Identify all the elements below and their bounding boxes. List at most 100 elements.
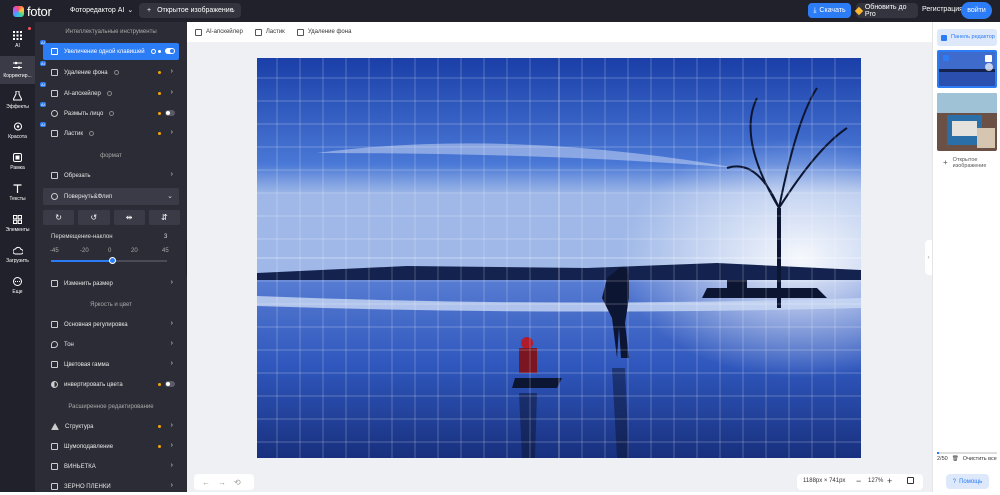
toggle-switch[interactable]	[165, 381, 175, 387]
upscale-icon	[51, 90, 58, 97]
chevron-right-icon: ›	[170, 462, 173, 469]
section-title-format: формат	[100, 153, 122, 159]
eraser-icon	[254, 28, 262, 36]
tool-tone[interactable]: Тон ›	[43, 336, 179, 353]
flip-horizontal-button[interactable]: ⇹	[113, 210, 145, 225]
tool-label: Ластик	[64, 130, 83, 137]
delete-thumbnail-icon[interactable]	[985, 55, 992, 62]
layers-button[interactable]: Панель редактор	[937, 29, 997, 46]
tool-basic-adjust[interactable]: Основная регулировка ›	[43, 316, 179, 333]
open-image-label: Открытое изображение	[157, 7, 234, 14]
chevron-right-icon: ›	[170, 422, 173, 429]
tool-denoise[interactable]: Шумоподавление ›	[43, 438, 179, 455]
help-button[interactable]: ? Помощь	[946, 474, 989, 489]
tool-film-grain[interactable]: ЗЕРНО ПЛЕНКИ ›	[43, 478, 179, 495]
tool-resize[interactable]: Изменить размер ›	[43, 275, 179, 292]
tool-one-tap-enhance[interactable]: AI Увеличение одной клавишей	[40, 40, 179, 60]
tool-ai-upscaler[interactable]: AI AI-апскейлер ›	[40, 82, 179, 102]
sliders-icon	[51, 321, 58, 328]
image-thumbnail[interactable]	[937, 93, 997, 151]
rail-item-adjust[interactable]: Корректир...	[0, 56, 35, 84]
rail-label: Загрузить	[6, 258, 29, 264]
tool-vignette[interactable]: ВИНЬЕТКА ›	[43, 458, 179, 475]
reset-button[interactable]: ⟲	[234, 478, 241, 487]
download-button[interactable]: ⤓ Скачать	[808, 3, 851, 18]
toggle-switch[interactable]	[165, 48, 175, 54]
clear-all-link[interactable]: Очистить все	[963, 456, 997, 462]
rotate-left-button[interactable]: ↺	[78, 210, 110, 225]
editor-menu[interactable]: Фоторедактор AI ⌄	[70, 6, 134, 15]
rail-item-upload[interactable]: Загрузить	[0, 241, 35, 269]
tool-blur-face[interactable]: AI Размыть лицо	[40, 102, 179, 122]
pro-dot	[158, 445, 161, 448]
top-bar: fotor Фоторедактор AI ⌄ + Открытое изобр…	[0, 0, 1000, 22]
open-image-side-button[interactable]: + Открытое изображение	[937, 156, 997, 170]
tool-bg-remover[interactable]: AI Удаление фона ›	[40, 61, 179, 81]
rail-item-text[interactable]: Тексты	[0, 179, 35, 207]
subtool-eraser[interactable]: Ластик	[254, 28, 285, 36]
zoom-out-button[interactable]: −	[856, 476, 861, 486]
pro-dot	[158, 112, 161, 115]
section-title-smart: Интеллектуальные инструменты	[65, 29, 157, 35]
tool-eraser[interactable]: AI Ластик ›	[40, 122, 179, 142]
gem-icon	[854, 6, 864, 15]
chevron-right-icon: ›	[170, 360, 173, 367]
sub-toolbar: AI-апскейлер Ластик Удаление фона	[187, 22, 932, 42]
thumbnail-beach	[937, 93, 997, 151]
chevron-down-icon: ⌄	[167, 193, 173, 200]
rail-item-beauty[interactable]: Красота	[0, 117, 35, 145]
logo-mark-icon	[13, 6, 24, 17]
zoom-level[interactable]: 127%	[868, 478, 883, 484]
rail-label: Еще	[12, 289, 23, 295]
compare-icon[interactable]	[907, 477, 914, 484]
pro-dot	[158, 132, 161, 135]
rotate-buttons: ↻ ↺ ⇹ ⇵	[43, 210, 180, 225]
redo-button[interactable]: →	[218, 478, 226, 487]
tilt-slider-thumb[interactable]	[108, 257, 116, 264]
editor-menu-label: Фоторедактор AI	[70, 6, 125, 14]
canvas-photo[interactable]	[257, 58, 861, 458]
flip-vertical-button[interactable]: ⇵	[148, 210, 180, 225]
storage-progress	[937, 452, 997, 454]
ai-badge: AI	[40, 122, 46, 127]
rail-item-effects[interactable]: Эффекты	[0, 86, 35, 114]
tool-crop[interactable]: Обрезать ›	[43, 167, 179, 184]
tool-rotate-flip[interactable]: Повернуть&Флип ⌄	[43, 188, 179, 205]
rail-label: AI	[15, 43, 20, 49]
info-icon[interactable]	[106, 91, 112, 96]
expand-right-panel-button[interactable]: ›	[925, 240, 932, 275]
undo-button[interactable]: ←	[202, 478, 210, 487]
denoise-icon	[51, 443, 58, 450]
chevron-right-icon: ›	[170, 279, 173, 286]
rail-item-ai[interactable]: AI	[0, 26, 35, 54]
layers-label: Панель редактор	[951, 34, 995, 41]
image-thumbnail-active[interactable]	[937, 50, 997, 88]
tilt-tick: 0	[108, 248, 112, 254]
rail-item-frame[interactable]: Рамка	[0, 148, 35, 176]
subtool-ai-upscaler[interactable]: AI-апскейлер	[195, 28, 243, 36]
tool-label: инвертировать цвета	[64, 381, 123, 388]
subtool-bg-remover[interactable]: Удаление фона	[296, 28, 351, 36]
tool-structure[interactable]: Структура ›	[43, 418, 179, 435]
rail-item-more[interactable]: Еще	[0, 272, 35, 300]
rotate-right-button[interactable]: ↻	[43, 210, 75, 225]
tool-invert-colors[interactable]: инвертировать цвета	[43, 376, 179, 393]
toggle-switch[interactable]	[165, 110, 175, 116]
tool-label: Основная регулировка	[64, 321, 128, 328]
login-button[interactable]: войти	[961, 2, 992, 19]
chevron-right-icon: ›	[170, 171, 173, 178]
info-icon[interactable]	[109, 111, 115, 116]
rail-item-elements[interactable]: Элементы	[0, 210, 35, 238]
register-link[interactable]: Регистрация	[922, 6, 963, 13]
upgrade-pro-button[interactable]: Обновить до Pro	[854, 3, 918, 18]
ai-badge: AI	[40, 40, 46, 45]
fotor-logo[interactable]: fotor	[13, 4, 52, 19]
open-image-button[interactable]: + Открытое изображение ⌄	[139, 3, 241, 18]
info-icon[interactable]	[113, 70, 119, 75]
tool-label: ВИНЬЕТКА	[64, 463, 96, 470]
chevron-down-icon: ⌄	[127, 7, 134, 14]
info-icon[interactable]	[89, 131, 94, 136]
info-icon[interactable]	[150, 49, 156, 54]
zoom-in-button[interactable]: +	[887, 476, 892, 486]
tool-color-palette[interactable]: Цветовая гамма ›	[43, 356, 179, 373]
